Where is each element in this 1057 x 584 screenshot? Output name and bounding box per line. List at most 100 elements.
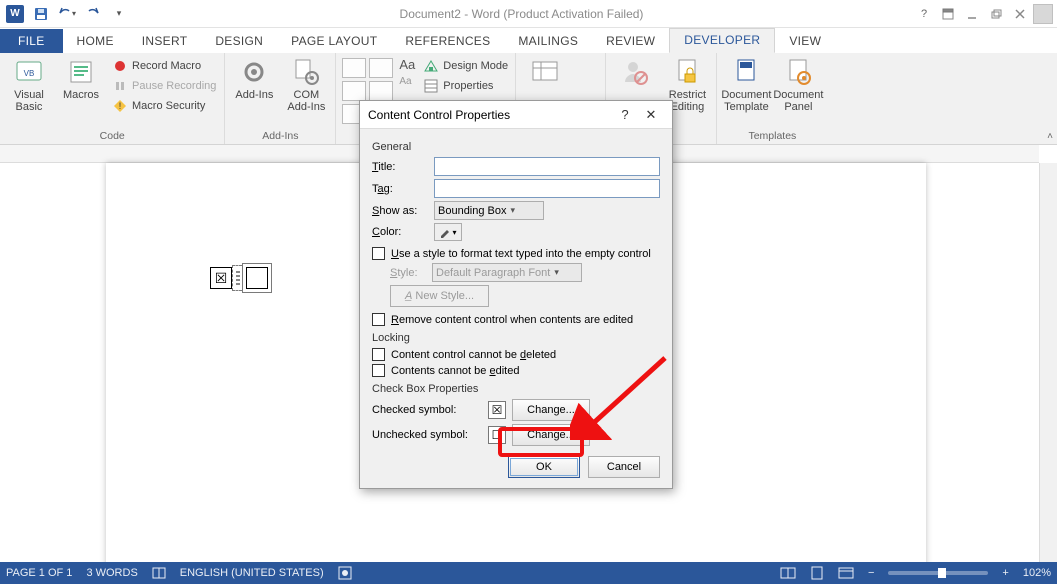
checkbox-content-controls: ☒ xyxy=(210,263,272,293)
design-mode-icon xyxy=(423,58,439,74)
ribbon-display-options[interactable] xyxy=(937,3,959,25)
group-templates: Document Template Document Panel Templat… xyxy=(717,53,827,144)
content-control-properties-dialog: Content Control Properties ? ✕ General T… xyxy=(359,100,673,489)
view-web-layout[interactable] xyxy=(838,566,854,580)
macro-indicator[interactable] xyxy=(338,566,352,580)
group-templates-label: Templates xyxy=(723,129,821,144)
dialog-titlebar[interactable]: Content Control Properties ? ✕ xyxy=(360,101,672,129)
checkbox-unchecked[interactable] xyxy=(246,267,268,289)
macro-security-button[interactable]: ! Macro Security xyxy=(110,97,218,115)
checkbox-checked[interactable]: ☒ xyxy=(210,267,232,289)
maximize-button[interactable] xyxy=(985,3,1007,25)
gear-doc-icon xyxy=(291,57,321,87)
title-input[interactable] xyxy=(434,157,660,176)
ok-button[interactable]: OK xyxy=(508,456,580,478)
color-picker[interactable]: ▾ xyxy=(434,223,462,241)
record-macro-button[interactable]: Record Macro xyxy=(110,57,218,75)
dialog-help-button[interactable]: ? xyxy=(612,107,638,122)
properties-button[interactable]: Properties xyxy=(421,77,510,95)
lock-edit-label: Contents cannot be edited xyxy=(391,365,519,377)
zoom-out-button[interactable]: − xyxy=(868,567,874,579)
document-panel-button[interactable]: Document Panel xyxy=(775,55,821,113)
doc-panel-label: Document Panel xyxy=(773,89,823,113)
tab-developer[interactable]: DEVELOPER xyxy=(669,28,775,53)
use-style-checkbox[interactable] xyxy=(372,247,385,260)
xml-mapping-button[interactable] xyxy=(522,55,568,87)
app-icon[interactable]: W xyxy=(4,3,26,25)
dialog-close-button[interactable]: ✕ xyxy=(638,107,664,123)
tab-insert[interactable]: INSERT xyxy=(128,30,202,53)
word-count[interactable]: 3 WORDS xyxy=(86,567,137,579)
zoom-in-button[interactable]: + xyxy=(1002,567,1008,579)
tab-home[interactable]: HOME xyxy=(63,30,128,53)
vertical-scrollbar[interactable] xyxy=(1039,163,1057,562)
change-checked-symbol-button[interactable]: Change... xyxy=(512,399,590,421)
section-general: General xyxy=(372,141,660,153)
checked-symbol-preview: ☒ xyxy=(488,401,506,419)
use-style-label: Use a style to format text typed into th… xyxy=(391,248,651,260)
tab-references[interactable]: REFERENCES xyxy=(391,30,504,53)
undo-button[interactable]: ▾ xyxy=(56,3,78,25)
minimize-button[interactable] xyxy=(961,3,983,25)
language-indicator[interactable]: ENGLISH (UNITED STATES) xyxy=(180,567,324,579)
tab-mailings[interactable]: MAILINGS xyxy=(504,30,592,53)
collapse-ribbon-button[interactable]: ˄ xyxy=(1047,131,1053,142)
redo-button[interactable] xyxy=(82,3,104,25)
pencil-icon xyxy=(439,226,451,238)
qat-customize[interactable]: ▾ xyxy=(108,3,130,25)
undo-icon xyxy=(58,7,72,21)
tab-design[interactable]: DESIGN xyxy=(201,30,277,53)
remove-cc-checkbox[interactable] xyxy=(372,313,385,326)
show-as-label: Show as: xyxy=(372,205,428,217)
design-mode-button[interactable]: Design Mode xyxy=(421,57,510,75)
tab-review[interactable]: REVIEW xyxy=(592,30,669,53)
save-icon xyxy=(34,7,48,21)
close-icon xyxy=(1014,8,1026,20)
close-button[interactable] xyxy=(1009,3,1031,25)
view-read-mode[interactable] xyxy=(780,566,796,580)
visual-basic-button[interactable]: VB Visual Basic xyxy=(6,55,52,113)
macros-button[interactable]: Macros xyxy=(58,55,104,101)
lock-edit-checkbox[interactable] xyxy=(372,364,385,377)
help-icon: ? xyxy=(921,8,927,20)
record-macro-label: Record Macro xyxy=(132,60,201,72)
change-unchecked-symbol-button[interactable]: Change... xyxy=(512,424,590,446)
document-title: Document2 - Word (Product Activation Fai… xyxy=(130,7,913,21)
com-addins-button[interactable]: COM Add-Ins xyxy=(283,55,329,113)
block-authors-button[interactable] xyxy=(612,55,658,87)
spellcheck-button[interactable] xyxy=(152,566,166,580)
show-as-value: Bounding Box xyxy=(438,205,507,217)
lock-delete-checkbox[interactable] xyxy=(372,348,385,361)
unchecked-symbol-preview: ☐ xyxy=(488,426,506,444)
pause-recording-button[interactable]: Pause Recording xyxy=(110,77,218,95)
ribbon-options-icon xyxy=(942,8,954,20)
record-icon xyxy=(112,58,128,74)
cancel-button[interactable]: Cancel xyxy=(588,456,660,478)
content-control-handle[interactable] xyxy=(232,265,242,291)
addins-button[interactable]: Add-Ins xyxy=(231,55,277,101)
checked-symbol-label: Checked symbol: xyxy=(372,404,482,416)
save-button[interactable] xyxy=(30,3,52,25)
tab-view[interactable]: VIEW xyxy=(775,30,835,53)
style-label: Style: xyxy=(390,267,426,279)
page-indicator[interactable]: PAGE 1 OF 1 xyxy=(6,567,72,579)
tab-file[interactable]: FILE xyxy=(0,29,63,53)
section-locking: Locking xyxy=(372,332,660,344)
zoom-level[interactable]: 102% xyxy=(1023,567,1051,579)
view-print-layout[interactable] xyxy=(810,566,824,580)
properties-label: Properties xyxy=(443,80,493,92)
help-button[interactable]: ? xyxy=(913,3,935,25)
pause-recording-label: Pause Recording xyxy=(132,80,216,92)
section-checkbox-props: Check Box Properties xyxy=(372,383,660,395)
account-avatar[interactable] xyxy=(1033,4,1053,24)
tab-page-layout[interactable]: PAGE LAYOUT xyxy=(277,30,391,53)
tag-input[interactable] xyxy=(434,179,660,198)
zoom-slider[interactable] xyxy=(888,571,988,575)
chevron-down-icon: ▾ xyxy=(452,228,456,237)
design-mode-label: Design Mode xyxy=(443,60,508,72)
document-template-button[interactable]: Document Template xyxy=(723,55,769,113)
checkbox-selected-wrapper xyxy=(242,263,272,293)
chevron-down-icon: ▾ xyxy=(554,267,559,278)
redo-icon xyxy=(86,7,100,21)
show-as-combo[interactable]: Bounding Box ▾ xyxy=(434,201,544,220)
